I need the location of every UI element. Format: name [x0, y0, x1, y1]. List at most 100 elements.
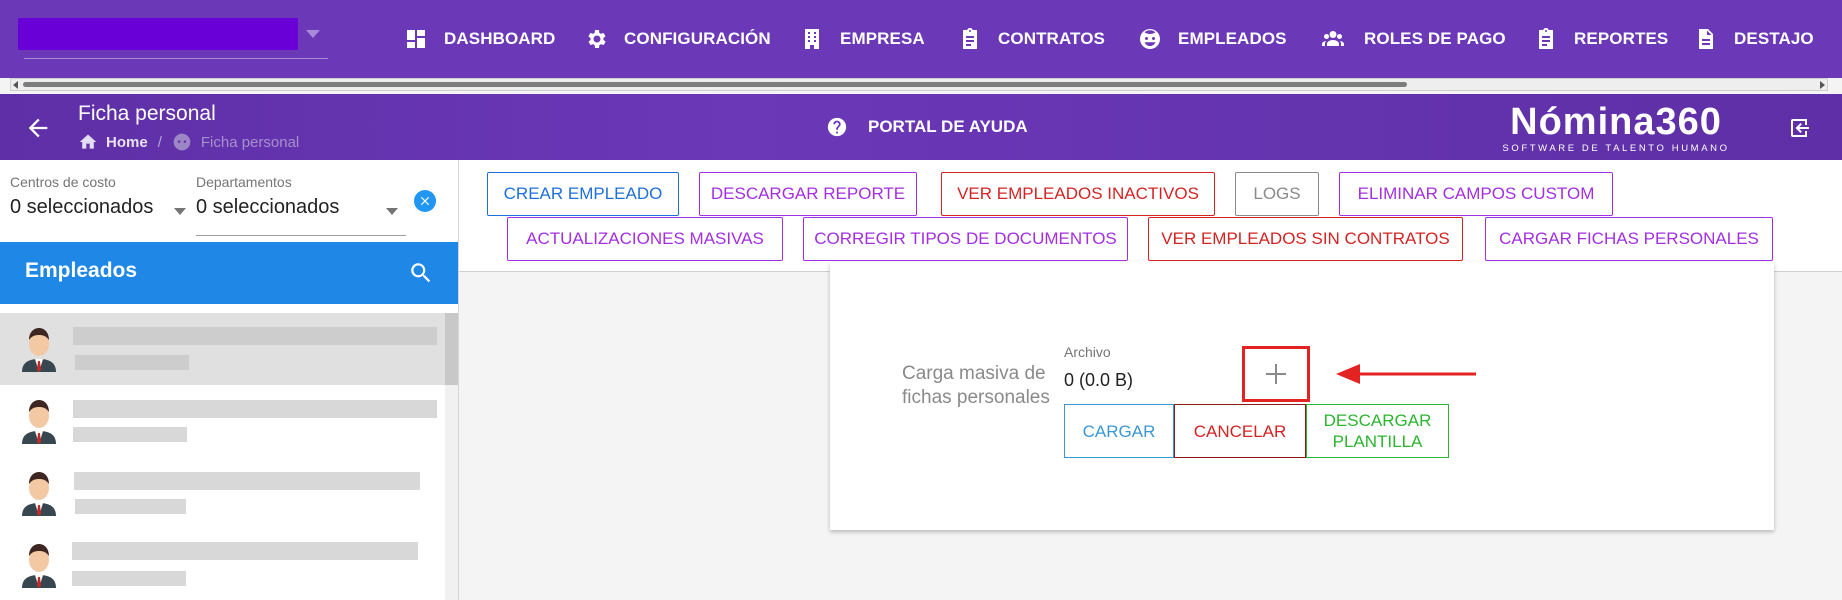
cargar-button[interactable]: CARGAR: [1064, 404, 1174, 458]
help-portal-link[interactable]: PORTAL DE AYUDA: [826, 94, 1028, 160]
clipboard-icon: [1539, 28, 1553, 49]
nomina360-logo: Nómina360 SOFTWARE DE TALENTO HUMANO: [1500, 102, 1732, 156]
nav-item-reportes[interactable]: REPORTES: [1534, 0, 1668, 78]
horizontal-scrollbar[interactable]: [10, 78, 1828, 91]
help-icon: [827, 117, 847, 137]
employee-name-placeholder: [72, 542, 418, 560]
upload-button-group: CARGAR CANCELAR DESCARGAR PLANTILLA: [1064, 404, 1449, 458]
employee-list: [0, 313, 458, 600]
employee-subtitle-placeholder: [72, 571, 186, 586]
nav-item-label: REPORTES: [1574, 29, 1669, 48]
add-file-button[interactable]: [1259, 357, 1293, 391]
scrollbar-thumb[interactable]: [445, 313, 458, 385]
building-icon: [805, 29, 819, 49]
search-icon: [411, 263, 431, 283]
gear-icon: [588, 30, 606, 48]
logout-icon: [1791, 119, 1809, 137]
nav-item-configuracion[interactable]: CONFIGURACIÓN: [584, 0, 771, 78]
chevron-down-icon[interactable]: [306, 30, 320, 38]
arrow-left-icon: [28, 118, 48, 138]
cost-centers-label: Centros de costo: [10, 174, 116, 190]
file-value: 0 (0.0 B): [1064, 370, 1134, 390]
bulk-upload-label: Carga masiva de fichas personales: [902, 363, 1050, 408]
ver-empleados-inactivos-button[interactable]: VER EMPLEADOS INACTIVOS: [941, 172, 1215, 216]
departments-label: Departamentos: [196, 174, 292, 190]
clipboard-icon: [963, 28, 977, 49]
descargar-plantilla-button[interactable]: DESCARGAR PLANTILLA: [1306, 404, 1449, 458]
employee-avatar-icon: [22, 472, 56, 516]
employee-avatar-icon: [22, 328, 56, 372]
search-button[interactable]: [408, 260, 434, 286]
cost-centers-value[interactable]: 0 seleccionados: [10, 196, 188, 219]
page-header: Ficha personal Home / Ficha personal POR…: [0, 94, 1842, 160]
breadcrumb-current: Ficha personal: [200, 133, 300, 151]
breadcrumb-separator: /: [157, 133, 162, 151]
scroll-left-icon[interactable]: [13, 81, 18, 89]
close-icon: [420, 196, 430, 206]
employee-avatar-icon: [22, 400, 56, 444]
nav-item-label: DESTAJO: [1734, 29, 1814, 48]
plus-icon: [1266, 364, 1286, 384]
employees-header: Empleados: [0, 242, 458, 304]
descargar-reporte-button[interactable]: DESCARGAR REPORTE: [699, 172, 917, 216]
nav-item-label: EMPRESA: [840, 29, 925, 48]
home-icon: [78, 132, 98, 152]
annotation-arrow-icon: [1336, 364, 1476, 384]
nav-item-label: CONFIGURACIÓN: [624, 29, 771, 48]
clear-filters-button[interactable]: [414, 190, 436, 212]
employee-subtitle-placeholder: [75, 499, 186, 514]
employee-name-placeholder: [73, 400, 437, 418]
employee-subtitle-placeholder: [75, 355, 189, 370]
list-item[interactable]: [0, 457, 446, 529]
face-icon: [1140, 29, 1160, 49]
document-icon: [1699, 29, 1713, 49]
chevron-down-icon[interactable]: [174, 208, 186, 215]
nav-item-roles-de-pago[interactable]: ROLES DE PAGO: [1318, 0, 1506, 78]
cancelar-button[interactable]: CANCELAR: [1174, 404, 1306, 458]
nav-item-dashboard[interactable]: DASHBOARD: [404, 0, 555, 78]
nav-item-label: ROLES DE PAGO: [1364, 29, 1506, 48]
list-item[interactable]: [0, 313, 446, 385]
corregir-tipos-documentos-button[interactable]: CORREGIR TIPOS DE DOCUMENTOS: [803, 217, 1128, 261]
chevron-down-icon[interactable]: [386, 208, 398, 215]
nav-item-label: CONTRATOS: [998, 29, 1105, 48]
file-label: Archivo: [1064, 344, 1111, 360]
face-icon: [172, 132, 192, 152]
back-button[interactable]: [24, 114, 52, 142]
actualizaciones-masivas-button[interactable]: ACTUALIZACIONES MASIVAS: [507, 217, 783, 261]
crear-empleado-button[interactable]: CREAR EMPLEADO: [487, 172, 679, 216]
nav-item-empresa[interactable]: EMPRESA: [800, 0, 925, 78]
help-label: PORTAL DE AYUDA: [868, 117, 1028, 136]
departments-value[interactable]: 0 seleccionados: [196, 196, 406, 219]
logo-subtitle: SOFTWARE DE TALENTO HUMANO: [1502, 143, 1730, 154]
logout-button[interactable]: [1788, 116, 1812, 140]
scrollbar-thumb[interactable]: [23, 82, 1407, 87]
nav-item-empleados[interactable]: EMPLEADOS: [1138, 0, 1287, 78]
employee-name-placeholder: [73, 327, 437, 345]
breadcrumb-home[interactable]: Home: [106, 134, 148, 151]
dashboard-icon: [407, 30, 425, 48]
employees-title: Empleados: [25, 259, 138, 282]
page-title: Ficha personal: [78, 102, 216, 125]
scroll-right-icon[interactable]: [1820, 81, 1825, 89]
departments-underline: [196, 235, 406, 236]
list-item[interactable]: [0, 529, 446, 600]
employee-avatar-icon: [22, 544, 56, 588]
employee-subtitle-placeholder: [73, 427, 187, 442]
logs-button[interactable]: LOGS: [1235, 172, 1319, 216]
logo-text: Nómina360: [1510, 101, 1722, 143]
eliminar-campos-custom-button[interactable]: ELIMINAR CAMPOS CUSTOM: [1339, 172, 1613, 216]
nav-item-destajo[interactable]: DESTAJO: [1694, 0, 1814, 78]
departments-filter[interactable]: Departamentos 0 seleccionados: [196, 174, 406, 224]
bulk-upload-card: Carga masiva de fichas personales Archiv…: [830, 262, 1774, 530]
list-item[interactable]: [0, 385, 446, 457]
company-select-underline: [24, 58, 328, 59]
people-icon: [1322, 31, 1344, 46]
company-select[interactable]: [18, 18, 298, 50]
employee-list-scrollbar[interactable]: [445, 313, 458, 600]
ver-empleados-sin-contratos-button[interactable]: VER EMPLEADOS SIN CONTRATOS: [1148, 217, 1463, 261]
cargar-fichas-personales-button[interactable]: CARGAR FICHAS PERSONALES: [1485, 217, 1773, 261]
cost-centers-filter[interactable]: Centros de costo 0 seleccionados: [10, 174, 188, 224]
nav-item-label: EMPLEADOS: [1178, 29, 1287, 48]
nav-item-contratos[interactable]: CONTRATOS: [958, 0, 1105, 78]
